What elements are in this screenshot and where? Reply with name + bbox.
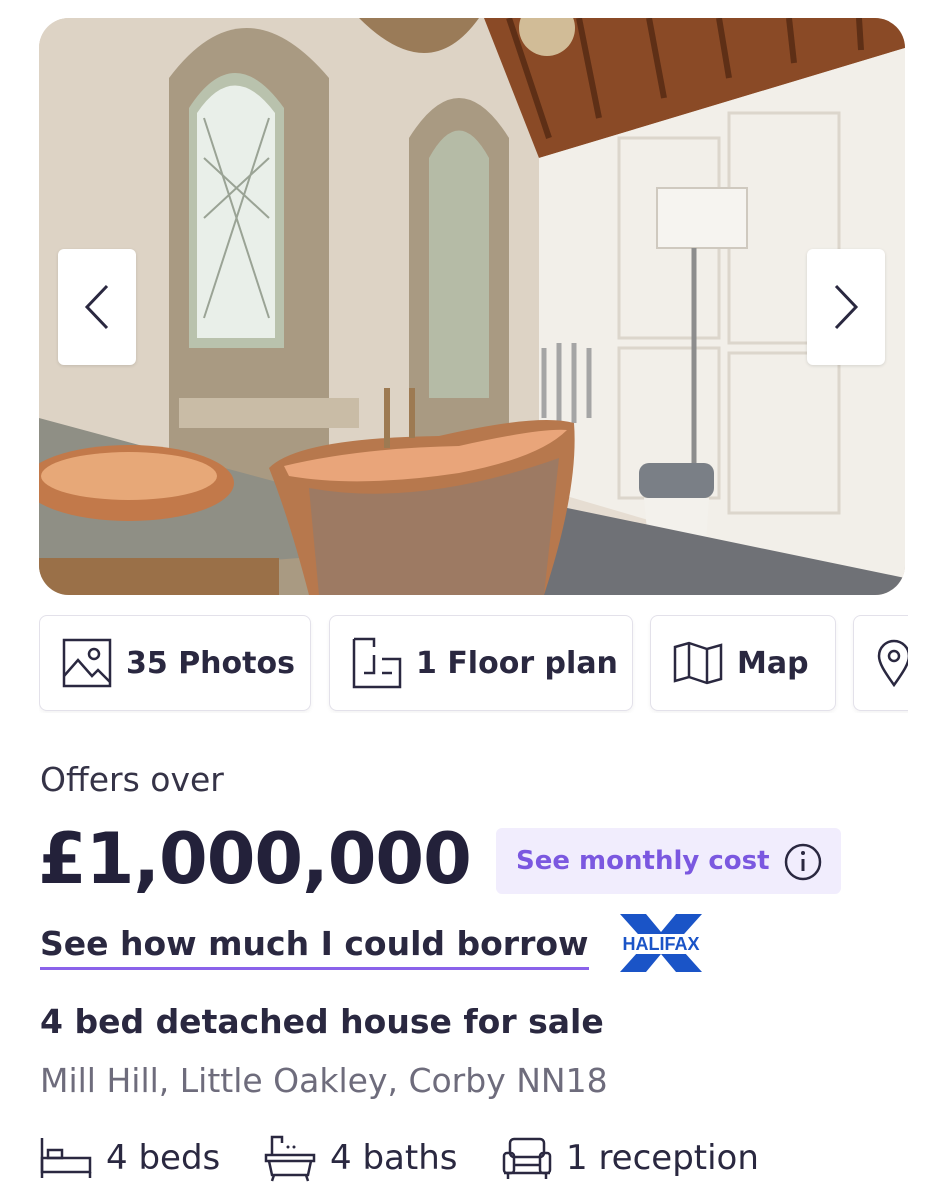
sofa-icon [502, 1137, 552, 1179]
bed-icon [40, 1138, 92, 1178]
photos-tab[interactable]: 35 Photos [39, 615, 311, 711]
location-tab[interactable] [853, 615, 908, 711]
floor-plan-tab[interactable]: 1 Floor plan [329, 615, 633, 711]
floor-plan-tab-label: 1 Floor plan [416, 645, 618, 681]
property-title: 4 bed detached house for sale [40, 1002, 604, 1041]
halifax-logo-text: HALIFAX [622, 934, 699, 954]
chevron-right-icon [834, 284, 859, 330]
baths-count: 4 baths [330, 1138, 458, 1178]
bath-icon [264, 1135, 316, 1182]
property-photo[interactable] [39, 18, 905, 595]
feature-beds: 4 beds [40, 1128, 220, 1188]
beds-count: 4 beds [106, 1138, 221, 1178]
feature-baths: 4 baths [264, 1128, 457, 1188]
info-icon [784, 843, 822, 881]
halifax-logo: HALIFAX [616, 914, 706, 972]
map-tab-label: Map [737, 645, 809, 681]
photos-tab-label: 35 Photos [126, 645, 295, 681]
chevron-left-icon [84, 284, 109, 330]
media-tabs: 35 Photos 1 Floor plan Map [39, 615, 908, 713]
price: £1,000,000 [38, 818, 472, 900]
previous-photo-button[interactable] [58, 249, 136, 365]
next-photo-button[interactable] [807, 249, 885, 365]
price-qualifier: Offers over [40, 760, 224, 799]
property-address: Mill Hill, Little Oakley, Corby NN18 [40, 1061, 608, 1100]
receptions-count: 1 reception [566, 1138, 759, 1178]
monthly-cost-label: See monthly cost [516, 846, 770, 876]
feature-receptions: 1 reception [502, 1128, 759, 1188]
map-icon [673, 641, 723, 685]
borrow-calculator-link[interactable]: See how much I could borrow [40, 924, 589, 970]
image-icon [62, 638, 112, 688]
monthly-cost-button[interactable]: See monthly cost [496, 828, 841, 894]
floor-plan-icon [352, 637, 402, 689]
location-pin-icon [877, 639, 908, 687]
map-tab[interactable]: Map [650, 615, 836, 711]
photo-gallery[interactable] [39, 18, 905, 595]
